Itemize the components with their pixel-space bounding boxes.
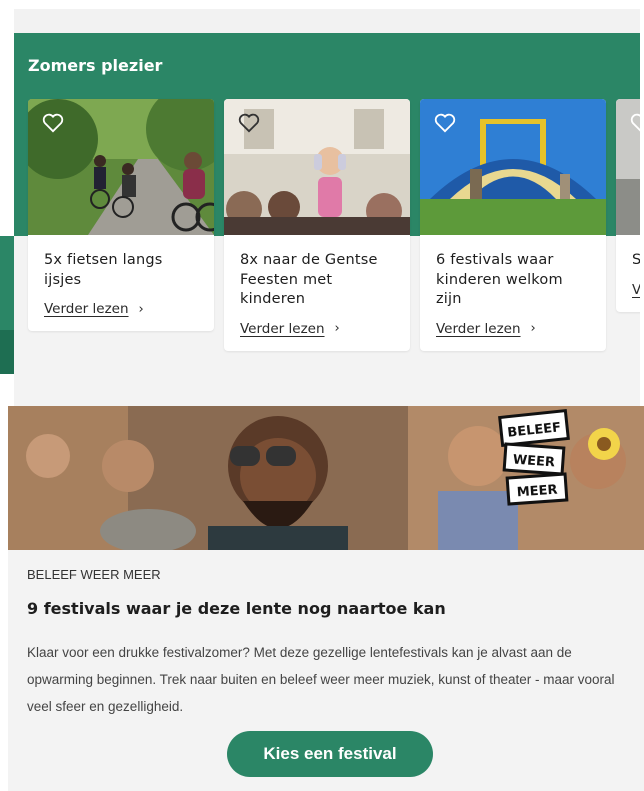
card-image <box>616 99 640 235</box>
chevron-right-icon: › <box>138 301 144 317</box>
article-card-4[interactable]: S… v… 4… V… <box>616 99 640 312</box>
promo-section: BELEEF WEER MEER 9 festivals waar je dez… <box>8 550 644 791</box>
left-edge-decoration-dark <box>0 330 14 374</box>
heart-icon[interactable] <box>434 113 456 133</box>
read-more-link[interactable]: Verder lezen › <box>436 321 590 337</box>
read-more-label[interactable]: V… <box>632 282 640 298</box>
hero-image: BELEEF WEER MEER <box>8 406 644 550</box>
promo-description: Klaar voor een drukke festivalzomer? Met… <box>27 645 615 714</box>
section-title: Zomers plezier <box>28 56 163 75</box>
card-image <box>224 99 410 235</box>
chevron-right-icon: › <box>530 321 536 336</box>
card-title: S… v… 4… <box>632 252 640 268</box>
svg-text:WEER: WEER <box>512 453 555 471</box>
heart-icon[interactable] <box>630 113 640 133</box>
heart-icon[interactable] <box>42 113 64 133</box>
read-more-link[interactable]: Verder lezen › <box>44 301 198 317</box>
chevron-right-icon: › <box>334 321 340 336</box>
card-title: 6 festivals waar kinderen welkom zijn <box>436 252 563 307</box>
svg-text:MEER: MEER <box>516 483 558 501</box>
card-title: 5x fietsen langs ijsjes <box>44 252 163 288</box>
choose-festival-button[interactable]: Kies een festival <box>227 731 433 777</box>
card-title: 8x naar de Gentse Feesten met kinderen <box>240 252 378 307</box>
top-strip <box>14 9 640 33</box>
article-card-2[interactable]: 8x naar de Gentse Feesten met kinderen V… <box>224 99 410 351</box>
card-image <box>28 99 214 235</box>
read-more-label[interactable]: Verder lezen <box>240 321 325 337</box>
zomers-plezier-section: Zomers plezier 5x fietsen langs ijsjes V… <box>14 33 640 406</box>
article-card-3[interactable]: 6 festivals waar kinderen welkom zijn Ve… <box>420 99 606 351</box>
eyebrow-label: BELEEF WEER MEER <box>27 567 161 582</box>
promo-title: 9 festivals waar je deze lente nog naart… <box>27 599 446 618</box>
heart-icon[interactable] <box>238 113 260 133</box>
read-more-link[interactable]: Verder lezen › <box>240 321 394 337</box>
beleef-weer-meer-badge: BELEEF WEER MEER <box>498 408 570 506</box>
read-more-link[interactable]: V… <box>632 282 640 298</box>
read-more-label[interactable]: Verder lezen <box>44 301 129 317</box>
read-more-label[interactable]: Verder lezen <box>436 321 521 337</box>
article-card-1[interactable]: 5x fietsen langs ijsjes Verder lezen › <box>28 99 214 331</box>
card-image <box>420 99 606 235</box>
